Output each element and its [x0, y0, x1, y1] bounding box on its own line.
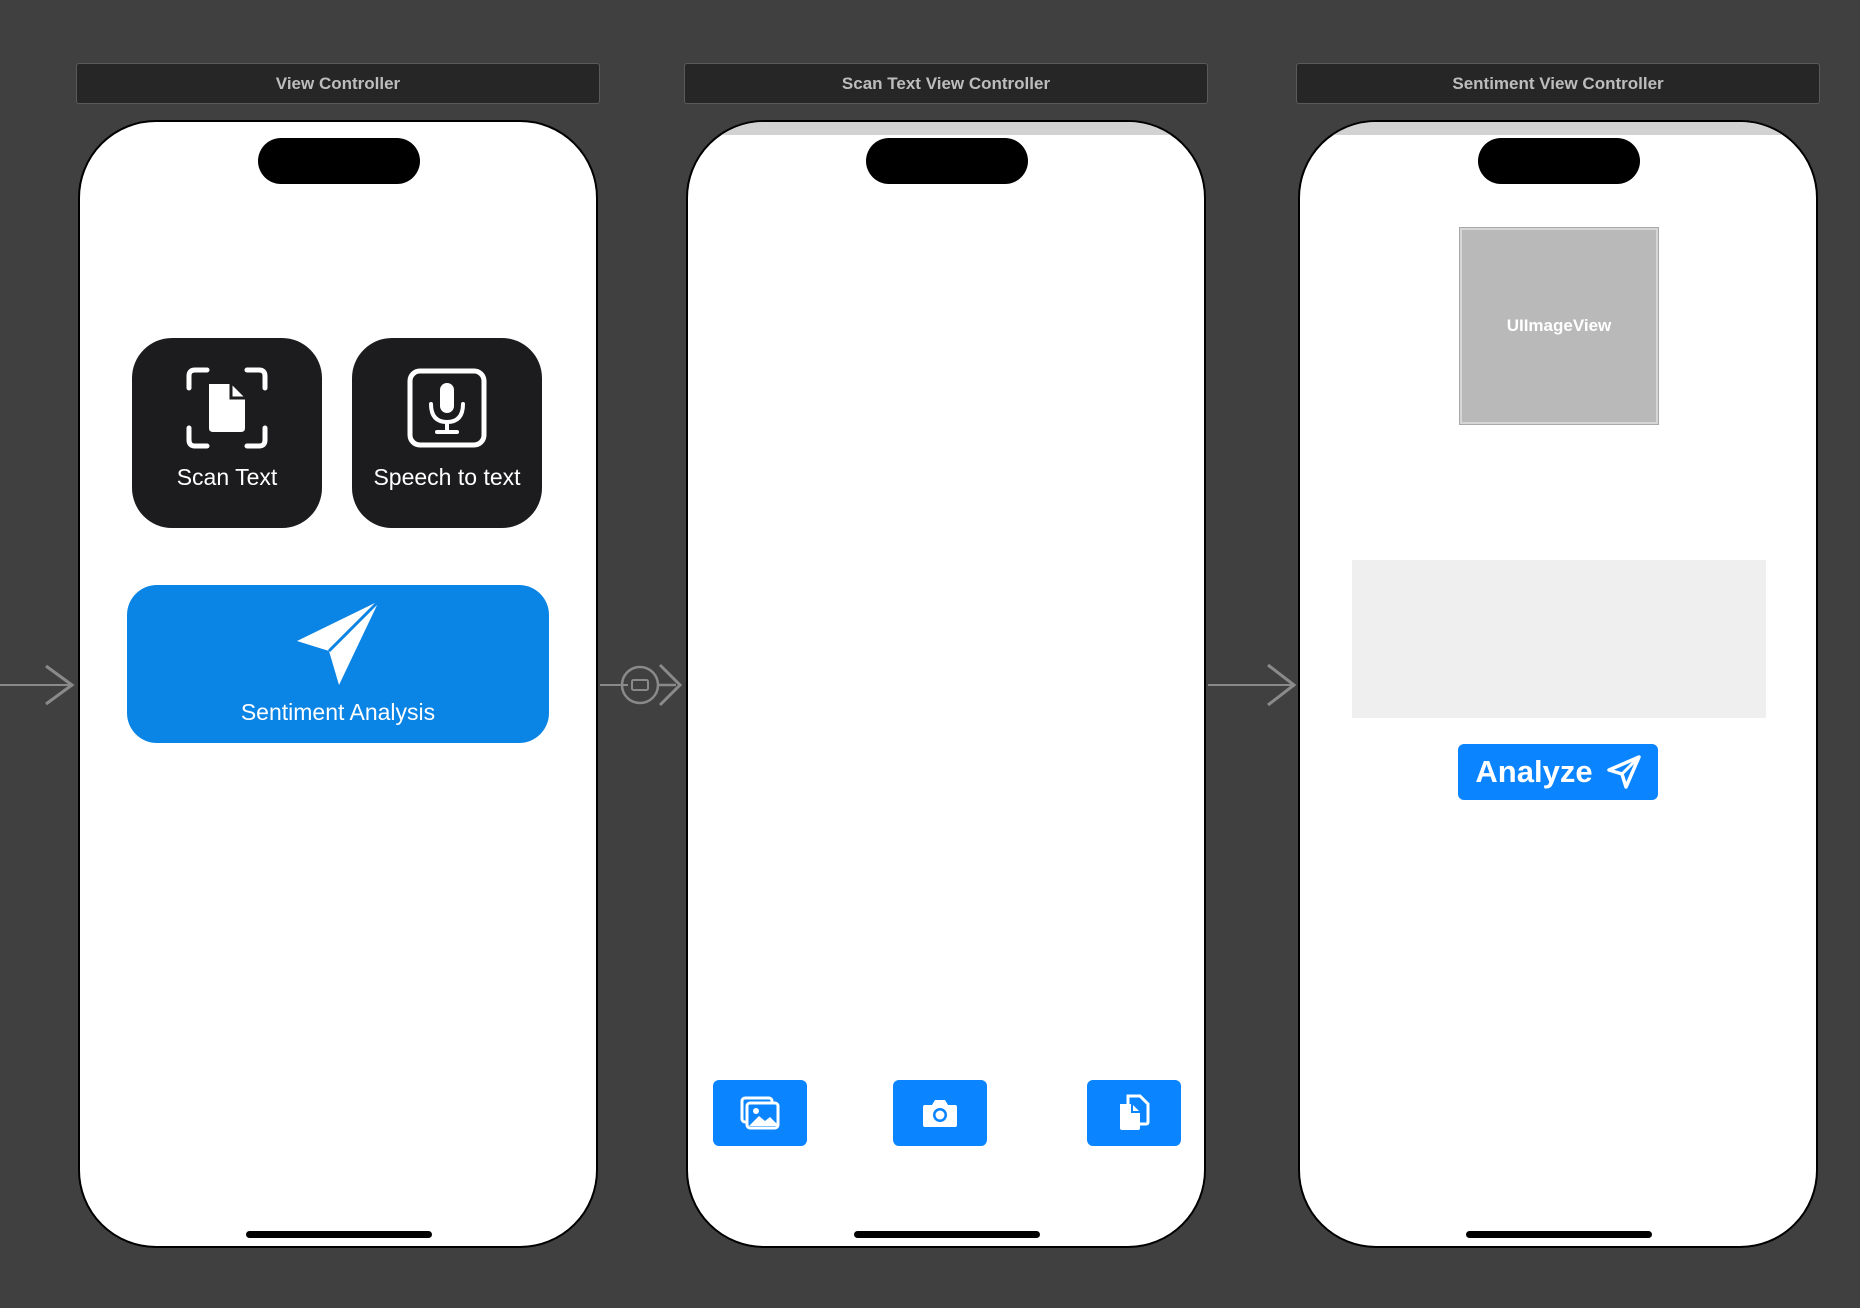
sentiment-analysis-label: Sentiment Analysis: [240, 699, 436, 725]
analyze-button[interactable]: Analyze: [1458, 744, 1658, 800]
photo-library-button[interactable]: [713, 1080, 807, 1146]
sentiment-analysis-button[interactable]: Sentiment Analysis: [127, 585, 549, 743]
documents-button[interactable]: [1087, 1080, 1181, 1146]
speech-to-text-label: Speech to text: [373, 464, 521, 490]
image-view-placeholder[interactable]: UIImageView: [1459, 227, 1659, 425]
paperplane-icon: [1606, 755, 1641, 789]
mic-square-icon: [407, 368, 487, 448]
phone-sentiment-view-controller: UIImageView Analyze: [1298, 120, 1818, 1248]
home-indicator: [246, 1231, 432, 1238]
scene-title-sentiment-view-controller[interactable]: Sentiment View Controller: [1296, 63, 1820, 104]
speech-to-text-button[interactable]: Speech to text: [352, 338, 542, 528]
home-indicator: [854, 1231, 1040, 1238]
status-bar: [1300, 122, 1816, 135]
camera-button[interactable]: [893, 1080, 987, 1146]
dynamic-island: [258, 138, 420, 184]
status-bar: [688, 122, 1204, 135]
scan-text-label: Scan Text: [176, 464, 278, 490]
scene-title-view-controller[interactable]: View Controller: [76, 63, 600, 104]
analyze-label: Analyze: [1475, 754, 1593, 789]
segue-icon[interactable]: [620, 662, 684, 708]
phone-scan-text-view-controller: [686, 120, 1206, 1248]
phone-view-controller: Scan Text Speech to text Sentiment Analy…: [78, 120, 598, 1248]
home-indicator: [1466, 1231, 1652, 1238]
scan-text-button[interactable]: Scan Text: [132, 338, 322, 528]
dynamic-island: [866, 138, 1028, 184]
input-text-view[interactable]: [1352, 560, 1766, 718]
scene-title-scan-text-view-controller[interactable]: Scan Text View Controller: [684, 63, 1208, 104]
camera-icon: [923, 1100, 957, 1127]
documents-icon: [1120, 1094, 1150, 1130]
dynamic-island: [1478, 138, 1640, 184]
photo-library-icon: [740, 1096, 780, 1130]
doc-viewfinder-icon: [186, 367, 268, 449]
paperplane-icon: [297, 599, 381, 685]
